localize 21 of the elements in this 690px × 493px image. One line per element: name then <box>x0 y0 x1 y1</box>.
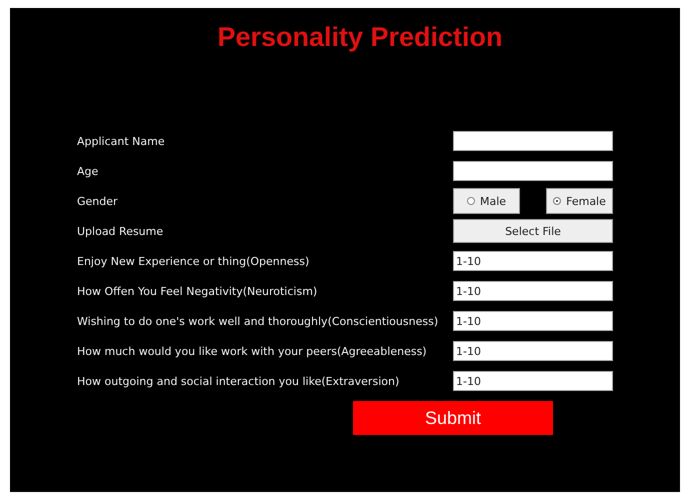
radio-option[interactable]: Male <box>453 188 520 214</box>
field-label: Upload Resume <box>77 224 164 238</box>
input-field[interactable]: 1-10 <box>453 371 613 391</box>
field-label: Applicant Name <box>77 134 165 148</box>
input-field[interactable] <box>453 131 613 151</box>
input-field[interactable]: 1-10 <box>453 251 613 271</box>
field-label: How outgoing and social interaction you like(Extraversion) <box>77 374 400 388</box>
input-field[interactable]: 1-10 <box>453 341 613 361</box>
submit-button[interactable]: Submit <box>353 401 553 435</box>
input-field[interactable]: 1-10 <box>453 281 613 301</box>
input-field[interactable]: 1-10 <box>453 311 613 331</box>
input-field[interactable] <box>453 161 613 181</box>
radio-option[interactable]: Female <box>546 188 613 214</box>
field-label: Gender <box>77 194 118 208</box>
field-label: Enjoy New Experience or thing(Openness) <box>77 254 310 268</box>
field-label: Age <box>77 164 98 178</box>
app-title: Personality Prediction <box>216 22 504 52</box>
field-label: Wishing to do one's work well and thoroughly(Conscientiousness) <box>77 314 438 328</box>
field-label: How much would you like work with your peers(Agreeableness) <box>77 344 427 358</box>
field-label: How Offen You Feel Negativity(Neuroticism) <box>77 284 318 298</box>
select-file-button[interactable]: Select File <box>453 219 613 243</box>
